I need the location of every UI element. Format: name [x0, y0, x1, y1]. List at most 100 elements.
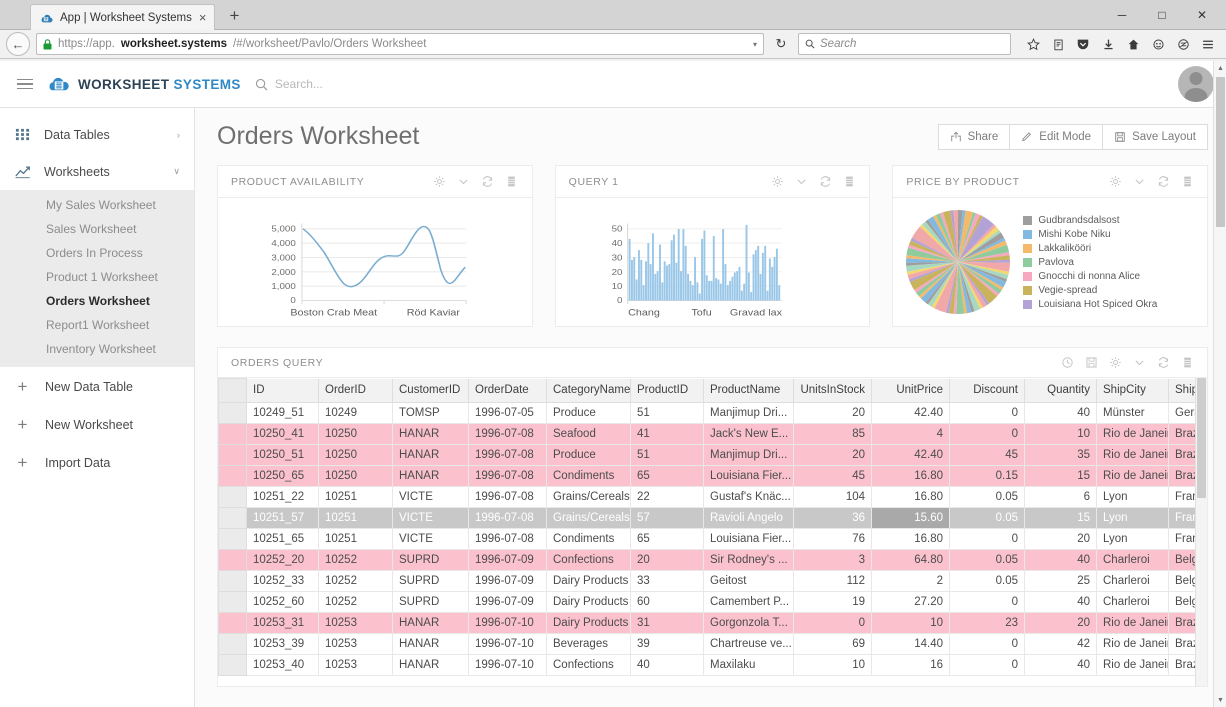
- library-icon[interactable]: [1046, 32, 1070, 56]
- cell-productname[interactable]: Sir Rodney's ...: [703, 549, 794, 571]
- row-selector[interactable]: [218, 465, 247, 487]
- row-selector[interactable]: [218, 402, 247, 424]
- cell-unitprice[interactable]: 16: [871, 654, 950, 676]
- cell-orderid[interactable]: 10253: [318, 654, 393, 676]
- cell-productid[interactable]: 51: [630, 402, 704, 424]
- cell-productname[interactable]: Camembert P...: [703, 591, 794, 613]
- cell-customerid[interactable]: SUPRD: [392, 549, 469, 571]
- refresh-icon[interactable]: [1156, 356, 1170, 370]
- cell-productname[interactable]: Ravioli Angelo: [703, 507, 794, 529]
- cell-orderdate[interactable]: 1996-07-08: [468, 465, 547, 487]
- cell-id[interactable]: 10250_41: [246, 423, 319, 445]
- cell-categoryname[interactable]: Grains/Cereals: [546, 486, 631, 508]
- cell-discount[interactable]: 0.05: [949, 507, 1025, 529]
- browser-search-input[interactable]: Search: [798, 33, 1011, 55]
- cell-productid[interactable]: 57: [630, 507, 704, 529]
- sidebar-item-product-1-worksheet[interactable]: Product 1 Worksheet: [0, 265, 194, 289]
- cell-orderid[interactable]: 10251: [318, 507, 393, 529]
- row-selector[interactable]: [218, 528, 247, 550]
- column-header-shipcity[interactable]: ShipCity: [1096, 378, 1169, 403]
- cell-quantity[interactable]: 15: [1024, 465, 1097, 487]
- cell-customerid[interactable]: HANAR: [392, 444, 469, 466]
- maximize-icon[interactable]: □: [1142, 1, 1182, 29]
- table-row[interactable]: 10251_22 10251 VICTE 1996-07-08 Grains/Cerea…: [218, 486, 1207, 508]
- cell-quantity[interactable]: 40: [1024, 654, 1097, 676]
- cell-categoryname[interactable]: Seafood: [546, 423, 631, 445]
- cell-unitprice[interactable]: 16.80: [871, 465, 950, 487]
- cell-unitprice[interactable]: 2: [871, 570, 950, 592]
- row-selector[interactable]: [218, 486, 247, 508]
- cell-discount[interactable]: 0.05: [949, 570, 1025, 592]
- cell-shipcity[interactable]: Rio de Janeiro: [1096, 633, 1169, 655]
- cell-shipcity[interactable]: Münster: [1096, 402, 1169, 424]
- cell-categoryname[interactable]: Dairy Products: [546, 591, 631, 613]
- column-header-orderdate[interactable]: OrderDate: [468, 378, 547, 403]
- cell-orderdate[interactable]: 1996-07-10: [468, 633, 547, 655]
- cell-unitsinstock[interactable]: 45: [793, 465, 872, 487]
- row-selector[interactable]: [218, 633, 247, 655]
- cell-customerid[interactable]: HANAR: [392, 465, 469, 487]
- cell-discount[interactable]: 0: [949, 402, 1025, 424]
- scroll-down-icon[interactable]: ▼: [1214, 693, 1226, 707]
- cell-id[interactable]: 10253_40: [246, 654, 319, 676]
- cell-quantity[interactable]: 6: [1024, 486, 1097, 508]
- cell-unitsinstock[interactable]: 20: [793, 402, 872, 424]
- sidebar-item-my-sales-worksheet[interactable]: My Sales Worksheet: [0, 193, 194, 217]
- cell-id[interactable]: 10252_20: [246, 549, 319, 571]
- app-search-input[interactable]: Search...: [255, 77, 323, 91]
- cell-unitprice[interactable]: 16.80: [871, 486, 950, 508]
- cell-orderdate[interactable]: 1996-07-05: [468, 402, 547, 424]
- cell-productid[interactable]: 65: [630, 465, 704, 487]
- cell-productname[interactable]: Chartreuse ve...: [703, 633, 794, 655]
- cell-unitsinstock[interactable]: 112: [793, 570, 872, 592]
- new-worksheet-button[interactable]: + New Worksheet: [0, 407, 194, 443]
- cell-customerid[interactable]: VICTE: [392, 486, 469, 508]
- cell-unitprice[interactable]: 42.40: [871, 402, 950, 424]
- shield-icon[interactable]: [1171, 32, 1195, 56]
- scroll-up-icon[interactable]: ▲: [1214, 61, 1226, 75]
- cell-unitprice[interactable]: 14.40: [871, 633, 950, 655]
- cell-unitprice[interactable]: 10: [871, 612, 950, 634]
- pocket-icon[interactable]: [1071, 32, 1095, 56]
- cell-customerid[interactable]: HANAR: [392, 612, 469, 634]
- cell-orderdate[interactable]: 1996-07-08: [468, 528, 547, 550]
- sidebar-item-sales-worksheet[interactable]: Sales Worksheet: [0, 217, 194, 241]
- minimize-icon[interactable]: ─: [1102, 1, 1142, 29]
- cell-orderid[interactable]: 10253: [318, 633, 393, 655]
- cell-discount[interactable]: 0: [949, 654, 1025, 676]
- home-icon[interactable]: [1121, 32, 1145, 56]
- tab-close-icon[interactable]: ×: [199, 11, 207, 24]
- cell-productname[interactable]: Manjimup Dri...: [703, 402, 794, 424]
- history-icon[interactable]: [1060, 356, 1074, 370]
- refresh-icon[interactable]: [1156, 175, 1170, 189]
- sidebar-item-report1-worksheet[interactable]: Report1 Worksheet: [0, 313, 194, 337]
- chevron-down-icon[interactable]: [794, 175, 808, 189]
- cell-discount[interactable]: 0: [949, 591, 1025, 613]
- user-avatar[interactable]: [1178, 66, 1214, 102]
- table-row[interactable]: 10250_65 10250 HANAR 1996-07-08 Condiments 65…: [218, 465, 1207, 487]
- refresh-icon[interactable]: [818, 175, 832, 189]
- sidebar-item-inventory-worksheet[interactable]: Inventory Worksheet: [0, 337, 194, 361]
- download-icon[interactable]: [1096, 32, 1120, 56]
- table-row[interactable]: 10253_31 10253 HANAR 1996-07-10 Dairy Produc…: [218, 612, 1207, 634]
- cell-orderdate[interactable]: 1996-07-09: [468, 549, 547, 571]
- cell-categoryname[interactable]: Condiments: [546, 528, 631, 550]
- cell-orderid[interactable]: 10253: [318, 612, 393, 634]
- cell-productname[interactable]: Jack's New E...: [703, 423, 794, 445]
- row-selector[interactable]: [218, 549, 247, 571]
- edit-mode-button[interactable]: Edit Mode: [1009, 123, 1104, 150]
- back-button[interactable]: ←: [6, 32, 30, 56]
- cell-unitsinstock[interactable]: 19: [793, 591, 872, 613]
- cell-unitsinstock[interactable]: 104: [793, 486, 872, 508]
- column-header-discount[interactable]: Discount: [949, 378, 1025, 403]
- cell-discount[interactable]: 0: [949, 633, 1025, 655]
- column-header-unitsinstock[interactable]: UnitsInStock: [793, 378, 872, 403]
- cell-productname[interactable]: Louisiana Fier...: [703, 465, 794, 487]
- cell-shipcity[interactable]: Rio de Janeiro: [1096, 612, 1169, 634]
- sidebar-item-worksheets[interactable]: Worksheets ∨: [0, 153, 194, 190]
- cell-quantity[interactable]: 25: [1024, 570, 1097, 592]
- cell-quantity[interactable]: 42: [1024, 633, 1097, 655]
- new-tab-button[interactable]: +: [223, 6, 245, 26]
- column-header-orderid[interactable]: OrderID: [318, 378, 393, 403]
- data-grid[interactable]: ID OrderID CustomerID OrderDate CategoryName…: [218, 378, 1207, 686]
